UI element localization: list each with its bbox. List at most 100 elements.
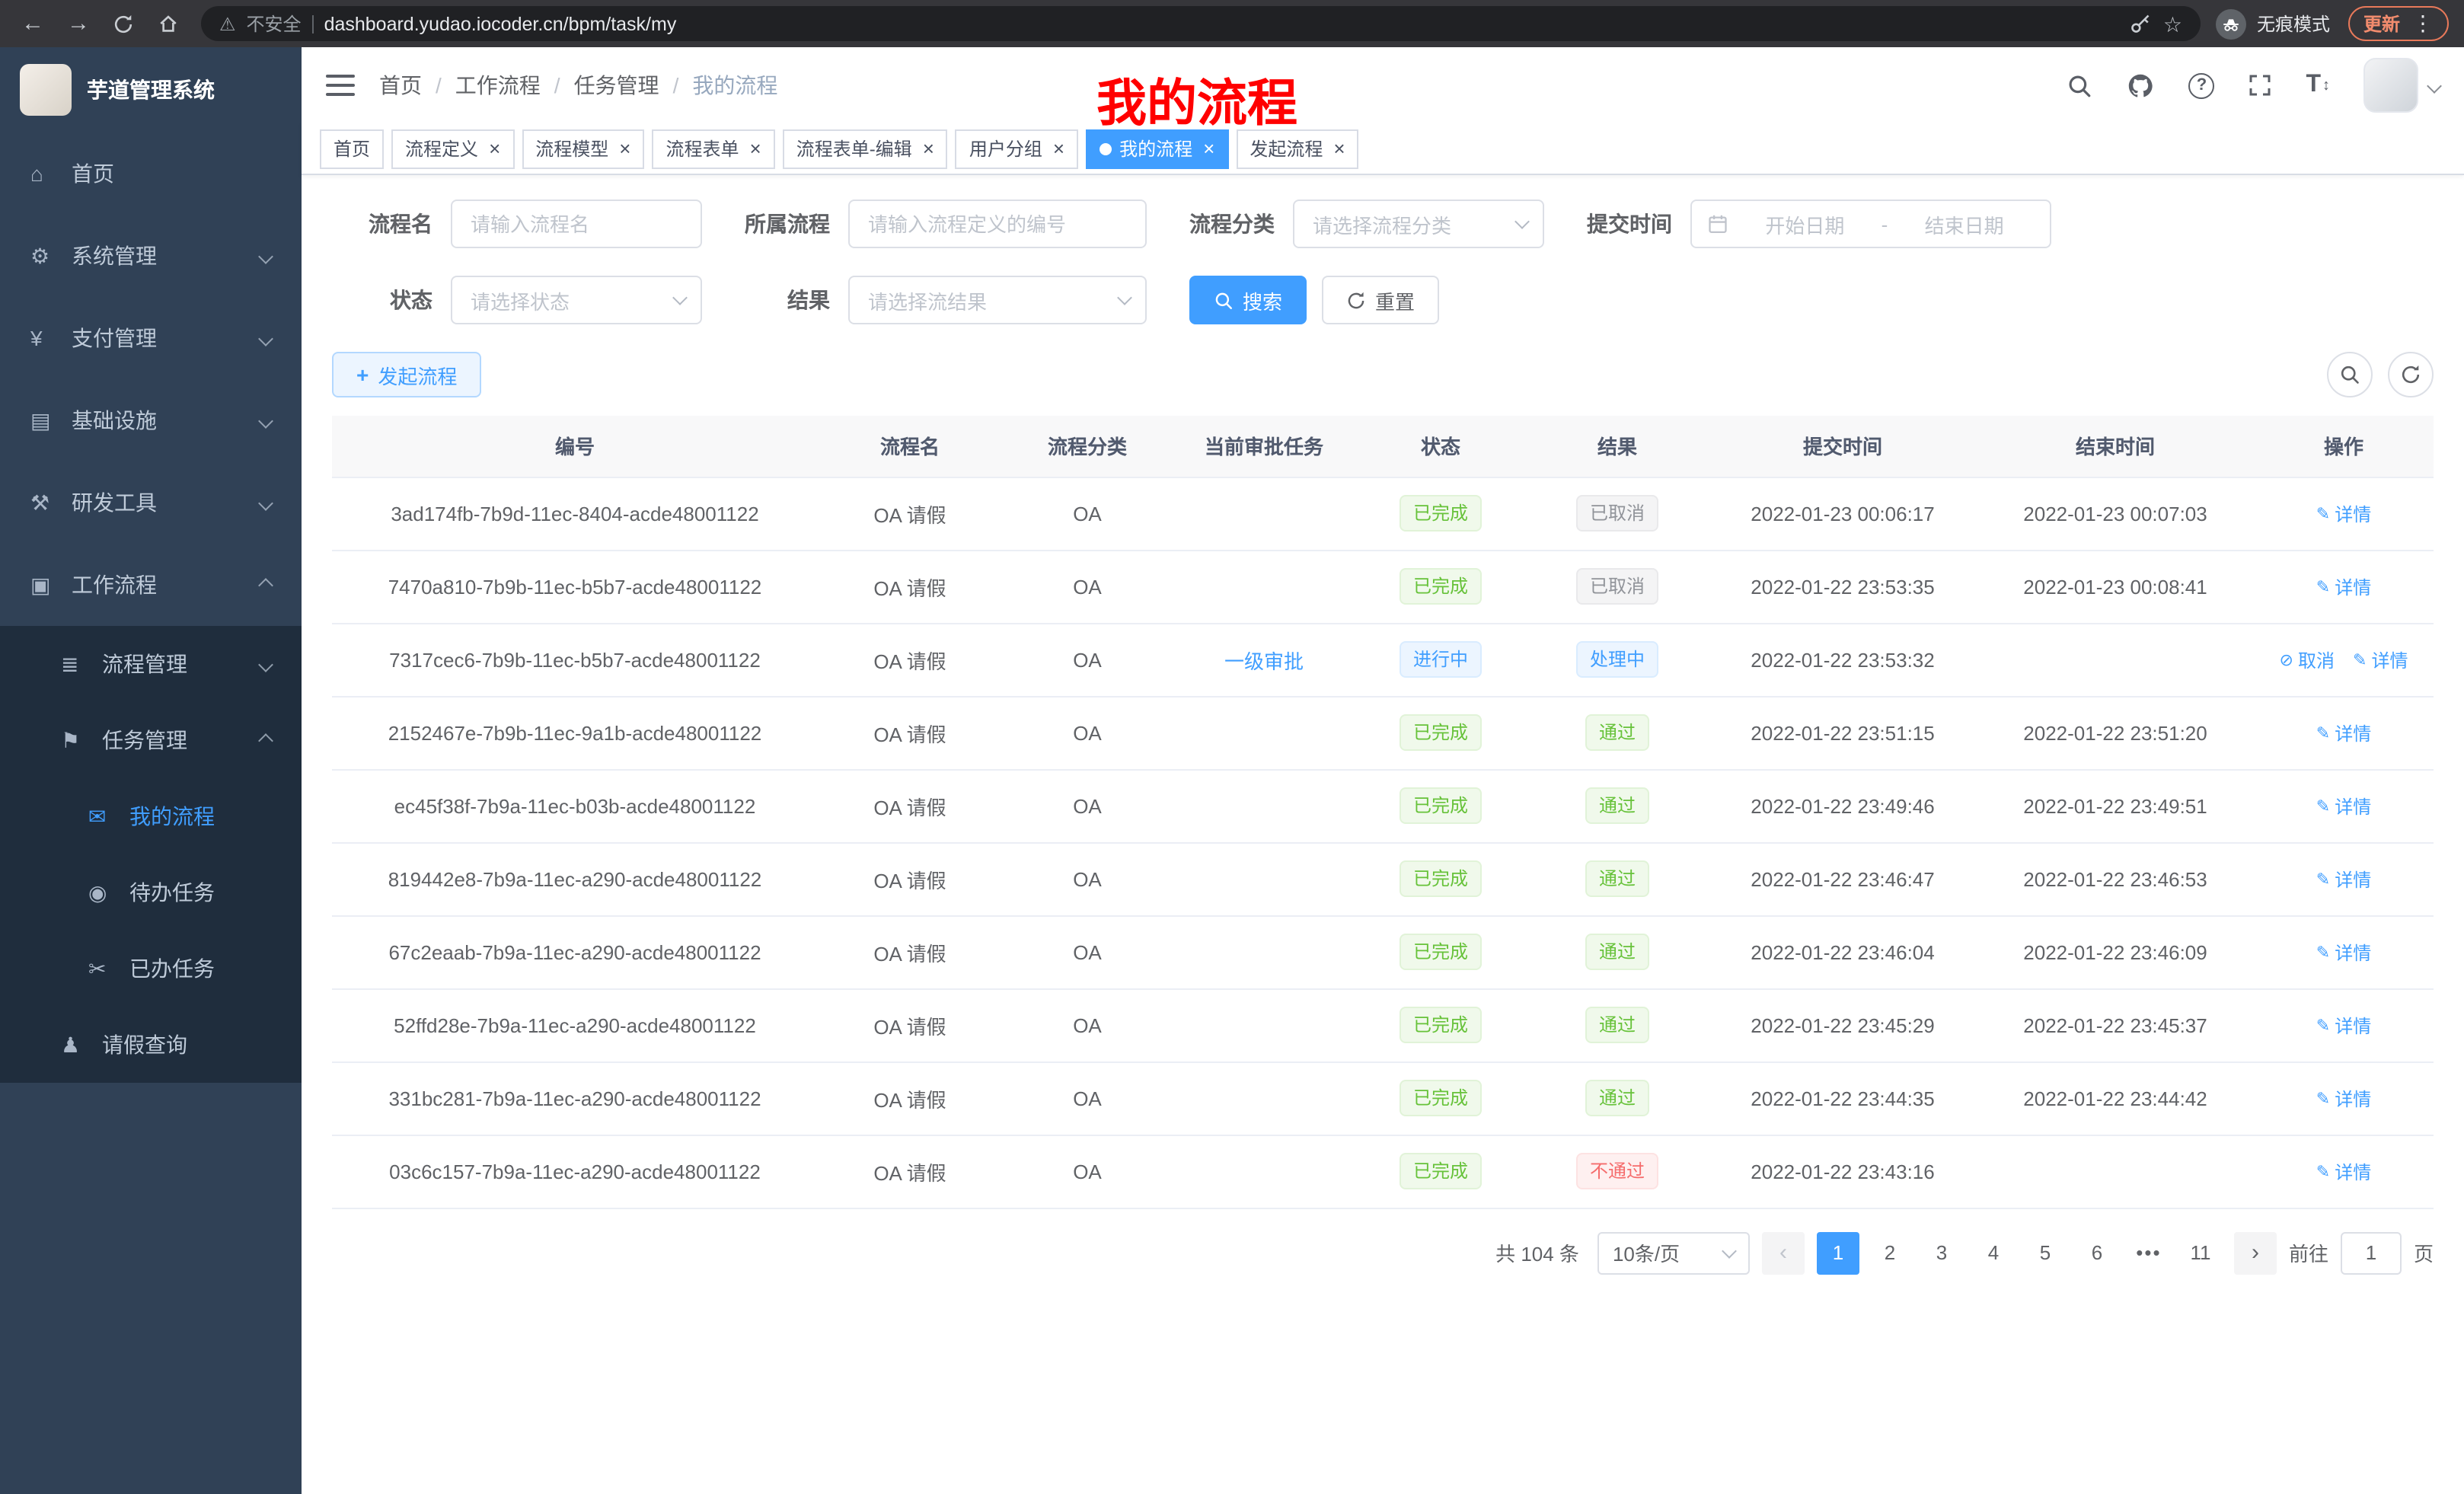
help-icon[interactable]: ? [2188,72,2214,98]
key-icon[interactable] [2130,12,2153,35]
sidebar-item-payment[interactable]: ¥支付管理 [0,297,302,379]
detail-link[interactable]: ✎详情 [2316,793,2371,819]
page-size-select[interactable]: 10条/页 [1597,1231,1750,1274]
detail-icon: ✎ [2316,942,2330,962]
forward-icon[interactable]: → [67,12,90,35]
submit-time-range-picker[interactable]: 开始日期 - 结束日期 [1690,200,2051,248]
address-bar[interactable]: ⚠ 不安全 dashboard.yudao.iocoder.cn/bpm/tas… [201,6,2201,41]
close-icon[interactable]: × [1333,139,1345,158]
sidebar-item-task-management[interactable]: ⚑任务管理 [0,702,302,778]
content: 流程名 所属流程 流程分类 请选择流程分类 [302,175,2464,1494]
action-label: 详情 [2371,646,2408,672]
sidebar-item-workflow[interactable]: ▣工作流程 [0,544,302,626]
close-icon[interactable]: × [619,139,630,158]
sidebar-item-todo-tasks[interactable]: ◉待办任务 [0,854,302,931]
tab-user-group[interactable]: 用户分组× [956,129,1078,168]
reset-button[interactable]: 重置 [1322,276,1439,324]
start-process-button[interactable]: + 发起流程 [332,352,481,397]
detail-link[interactable]: ✎详情 [2316,720,2371,745]
close-icon[interactable]: × [750,139,761,158]
tab-process-form-edit[interactable]: 流程表单-编辑× [783,129,948,168]
cell-id: 03c6c157-7b9a-11ec-a290-acde48001122 [332,1135,818,1208]
cell-category: OA [1002,1135,1173,1208]
list-icon: ≣ [61,651,94,677]
breadcrumb-item[interactable]: 首页 [379,70,422,101]
close-icon[interactable]: × [1203,139,1214,158]
detail-link[interactable]: ✎详情 [2316,939,2371,965]
hamburger-icon[interactable] [326,75,355,96]
sidebar-item-leave-query[interactable]: ♟请假查询 [0,1007,302,1083]
browser-home-icon[interactable] [157,12,180,35]
detail-link[interactable]: ✎详情 [2316,573,2371,599]
date-start-placeholder: 开始日期 [1735,209,1875,238]
search-icon[interactable] [2067,72,2092,98]
close-icon[interactable]: × [923,139,934,158]
prev-page-button[interactable]: ‹ [1762,1231,1805,1274]
cell-status: 已完成 [1355,550,1526,623]
goto-page-input[interactable] [2341,1231,2402,1274]
tab-process-definition[interactable]: 流程定义× [391,129,514,168]
cell-id: 3ad174fb-7b9d-11ec-8404-acde48001122 [332,477,818,550]
detail-link[interactable]: ✎详情 [2316,1085,2371,1111]
security-label[interactable]: 不安全 [247,11,302,37]
breadcrumb-item[interactable]: 工作流程 [455,70,541,101]
bookmark-star-icon[interactable]: ☆ [2163,13,2182,34]
detail-link[interactable]: ✎详情 [2316,1158,2371,1184]
sidebar-item-my-process[interactable]: ✉我的流程 [0,778,302,854]
reload-icon[interactable] [113,13,134,34]
detail-link[interactable]: ✎详情 [2316,1012,2371,1038]
page-button-3[interactable]: 3 [1920,1231,1963,1274]
search-button[interactable]: 搜索 [1189,276,1307,324]
fullscreen-icon[interactable] [2248,73,2272,97]
process-name-input[interactable] [451,200,702,248]
app-title: 芋道管理系统 [87,75,215,105]
sidebar-item-home[interactable]: ⌂首页 [0,132,302,215]
back-icon[interactable]: ← [21,12,44,35]
browser-chrome: ← → ⚠ 不安全 dashboard.yudao.iocoder.cn/bpm… [0,0,2464,47]
page-button-1[interactable]: 1 [1817,1231,1859,1274]
sidebar-item-process-management[interactable]: ≣流程管理 [0,626,302,702]
tab-home[interactable]: 首页 [320,129,384,168]
action-label: 详情 [2335,500,2371,526]
detail-link[interactable]: ✎详情 [2316,500,2371,526]
user-menu[interactable] [2363,58,2440,113]
tab-process-form[interactable]: 流程表单× [652,129,774,168]
close-icon[interactable]: × [489,139,500,158]
sidebar-item-dev-tools[interactable]: ⚒研发工具 [0,461,302,544]
process-id-input[interactable] [848,200,1147,248]
pagination-more[interactable]: ••• [2127,1231,2170,1274]
detail-icon: ✎ [2316,576,2330,596]
page-button-2[interactable]: 2 [1869,1231,1911,1274]
refresh-button[interactable] [2388,352,2434,397]
page-button-11[interactable]: 11 [2179,1231,2222,1274]
current-task-link[interactable]: 一级审批 [1224,650,1304,672]
status-select[interactable]: 请选择状态 [451,276,702,324]
kebab-menu-icon[interactable]: ⋮ [2412,11,2434,37]
breadcrumb-item[interactable]: 任务管理 [574,70,659,101]
next-page-button[interactable]: › [2234,1231,2277,1274]
sidebar-item-done-tasks[interactable]: ✂已办任务 [0,931,302,1007]
page-button-5[interactable]: 5 [2024,1231,2067,1274]
app-logo-row[interactable]: 芋道管理系统 [0,47,302,132]
url-text[interactable]: dashboard.yudao.iocoder.cn/bpm/task/my [324,13,677,34]
result-select[interactable]: 请选择流结果 [848,276,1147,324]
tab-process-model[interactable]: 流程模型× [522,129,644,168]
github-icon[interactable] [2126,71,2155,100]
search-toggle-button[interactable] [2327,352,2373,397]
detail-icon: ✎ [2316,1161,2330,1181]
category-select[interactable]: 请选择流程分类 [1293,200,1544,248]
cancel-link[interactable]: ⊘取消 [2280,646,2335,672]
detail-link[interactable]: ✎详情 [2316,866,2371,892]
action-label: 详情 [2335,866,2371,892]
font-size-icon[interactable]: T↕ [2306,72,2330,99]
page-button-4[interactable]: 4 [1972,1231,2015,1274]
close-icon[interactable]: × [1053,139,1064,158]
avatar[interactable] [2363,58,2418,113]
page-button-6[interactable]: 6 [2076,1231,2118,1274]
update-button[interactable]: 更新 ⋮ [2348,6,2449,41]
sidebar-item-system[interactable]: ⚙系统管理 [0,215,302,297]
cell-id: 52ffd28e-7b9a-11ec-a290-acde48001122 [332,988,818,1061]
sidebar-item-infrastructure[interactable]: ▤基础设施 [0,379,302,461]
status-tag: 已完成 [1400,1153,1482,1189]
detail-link[interactable]: ✎详情 [2353,646,2408,672]
